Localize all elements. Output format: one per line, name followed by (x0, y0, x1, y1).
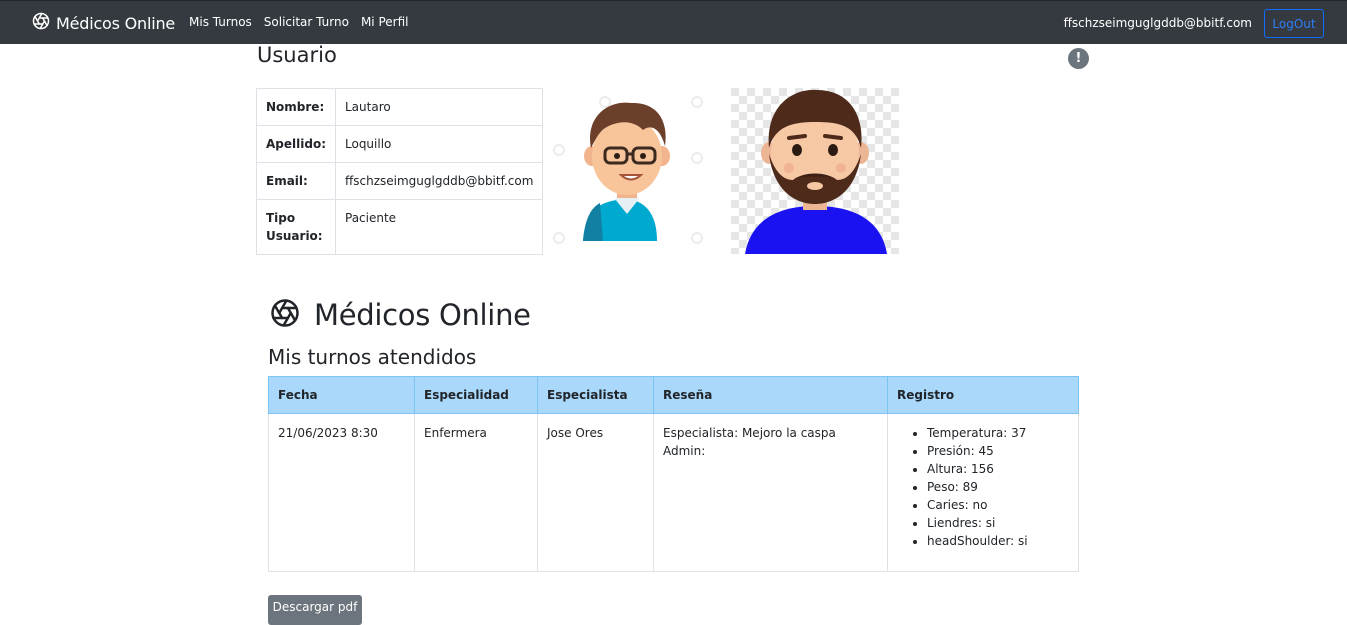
user-email: ffschzseimguglgddb@bbitf.com (1063, 16, 1252, 30)
table-header-row: Fecha Especialidad Especialista Reseña R… (268, 376, 1079, 414)
nav-links: Mis Turnos Solicitar Turno Mi Perfil (189, 15, 408, 29)
cell-especialista: Jose Ores (537, 413, 654, 572)
list-item: Peso: 89 (927, 478, 1069, 496)
avatar-glasses (545, 88, 713, 254)
column-header-resena: Reseña (653, 376, 888, 414)
list-item: Caries: no (927, 496, 1069, 514)
table-row: Apellido: Loquillo (256, 125, 544, 163)
resena-especialista: Especialista: Mejoro la caspa (663, 426, 836, 440)
section-title: Mis turnos atendidos (268, 345, 477, 369)
top-navbar: Médicos Online Mis Turnos Solicitar Turn… (0, 0, 1347, 44)
column-header-registro: Registro (887, 376, 1079, 414)
table-row: Email: ffschzseimguglgddb@bbitf.com (256, 162, 544, 200)
cell-registro: Temperatura: 37 Presión: 45 Altura: 156 … (887, 413, 1079, 572)
value-tipo-usuario: Paciente (334, 199, 544, 255)
page-title: Usuario (257, 43, 337, 67)
label-email: Email: (256, 162, 336, 200)
avatar-beard (731, 88, 899, 254)
column-header-fecha: Fecha (268, 376, 415, 414)
aperture-icon (270, 298, 300, 332)
list-item: headShoulder: si (927, 532, 1069, 550)
download-pdf-button[interactable]: Descargar pdf (268, 595, 362, 625)
nav-link-mi-perfil[interactable]: Mi Perfil (361, 15, 409, 29)
exclamation-circle-icon[interactable]: ! (1068, 48, 1089, 69)
aperture-icon (32, 12, 50, 34)
brand-name: Médicos Online (56, 13, 176, 33)
cell-especialidad: Enfermera (414, 413, 538, 572)
logout-button[interactable]: LogOut (1264, 9, 1324, 38)
resena-admin: Admin: (663, 444, 706, 458)
user-info-table: Nombre: Lautaro Apellido: Loquillo Email… (256, 88, 544, 255)
value-apellido: Loquillo (334, 125, 544, 163)
registro-list: Temperatura: 37 Presión: 45 Altura: 156 … (897, 424, 1069, 550)
cell-resena: Especialista: Mejoro la caspa Admin: (653, 413, 888, 572)
list-item: Liendres: si (927, 514, 1069, 532)
nav-link-mis-turnos[interactable]: Mis Turnos (189, 15, 252, 29)
table-row: Tipo Usuario: Paciente (256, 199, 544, 255)
column-header-especialidad: Especialidad (414, 376, 538, 414)
table-row: 21/06/2023 8:30 Enfermera Jose Ores Espe… (268, 413, 1079, 572)
brand-link[interactable]: Médicos Online (32, 12, 175, 34)
column-header-especialista: Especialista (537, 376, 654, 414)
cell-fecha: 21/06/2023 8:30 (268, 413, 415, 572)
label-tipo-usuario: Tipo Usuario: (256, 199, 336, 255)
nav-link-solicitar-turno[interactable]: Solicitar Turno (264, 15, 349, 29)
list-item: Presión: 45 (927, 442, 1069, 460)
label-apellido: Apellido: (256, 125, 336, 163)
list-item: Temperatura: 37 (927, 424, 1069, 442)
value-nombre: Lautaro (334, 88, 544, 126)
turnos-table: Fecha Especialidad Especialista Reseña R… (268, 376, 1079, 572)
table-row: Nombre: Lautaro (256, 88, 544, 126)
value-email: ffschzseimguglgddb@bbitf.com (334, 162, 544, 200)
label-nombre: Nombre: (256, 88, 336, 126)
history-brand: Médicos Online (270, 298, 531, 332)
history-brand-name: Médicos Online (314, 298, 531, 332)
list-item: Altura: 156 (927, 460, 1069, 478)
